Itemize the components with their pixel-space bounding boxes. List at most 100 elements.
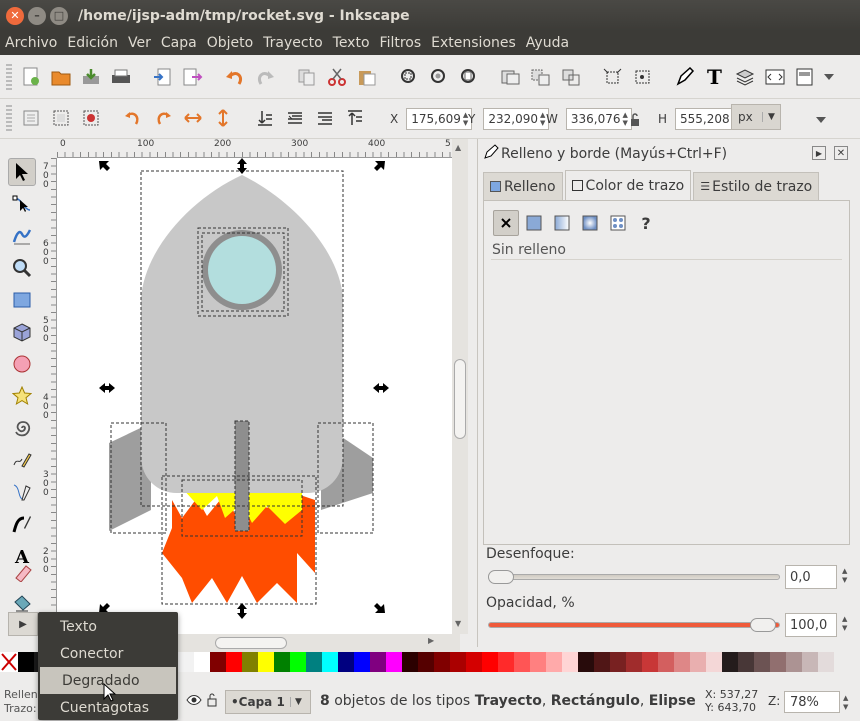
undo-icon[interactable] bbox=[224, 66, 246, 88]
lower-icon[interactable] bbox=[284, 107, 306, 129]
pattern-icon[interactable] bbox=[605, 210, 631, 236]
tab-stroke-style[interactable]: ☰ Estilo de trazo bbox=[693, 172, 820, 200]
flip-vertical-icon[interactable] bbox=[212, 107, 234, 129]
clone-icon[interactable] bbox=[560, 66, 582, 88]
rotate-ccw-icon[interactable] bbox=[122, 107, 144, 129]
menu-objeto[interactable]: Objeto bbox=[202, 35, 258, 51]
align-icon[interactable] bbox=[632, 66, 654, 88]
palette-swatch[interactable] bbox=[178, 652, 194, 672]
menu-item-conector[interactable]: Conector bbox=[38, 640, 178, 667]
redo-icon[interactable] bbox=[254, 66, 276, 88]
palette-swatch[interactable] bbox=[402, 652, 418, 672]
import-icon[interactable] bbox=[152, 66, 174, 88]
layer-select[interactable]: •Capa 1 ▼ bbox=[225, 690, 311, 714]
no-paint-icon[interactable] bbox=[493, 210, 519, 236]
open-document-icon[interactable] bbox=[50, 66, 72, 88]
export-icon[interactable] bbox=[182, 66, 204, 88]
pencil-tool-icon[interactable] bbox=[8, 446, 36, 474]
toolbox-overflow-button[interactable]: ▶ bbox=[8, 612, 38, 636]
panel-close-icon[interactable]: ✕ bbox=[834, 146, 848, 160]
vertical-scrollbar[interactable]: ▲ ▼ bbox=[452, 139, 468, 634]
ungroup-icon[interactable] bbox=[530, 66, 552, 88]
palette-swatch[interactable] bbox=[754, 652, 770, 672]
palette-swatch[interactable] bbox=[322, 652, 338, 672]
palette-swatch[interactable] bbox=[786, 652, 802, 672]
menu-edicion[interactable]: Edición bbox=[62, 35, 123, 51]
x-input[interactable]: 175,609 ▲ ▼ bbox=[406, 108, 473, 130]
drawing-canvas[interactable] bbox=[57, 158, 452, 634]
palette-swatch[interactable] bbox=[514, 652, 530, 672]
palette-swatch[interactable] bbox=[658, 652, 674, 672]
lower-bottom-icon[interactable] bbox=[254, 107, 276, 129]
flip-horizontal-icon[interactable] bbox=[182, 107, 204, 129]
select-all-layers-icon[interactable] bbox=[50, 107, 72, 129]
layers-icon[interactable] bbox=[734, 66, 756, 88]
palette-swatch[interactable] bbox=[450, 652, 466, 672]
flat-color-icon[interactable] bbox=[521, 210, 547, 236]
palette-swatch[interactable] bbox=[210, 652, 226, 672]
palette-swatch[interactable] bbox=[818, 652, 834, 672]
palette-swatch[interactable] bbox=[530, 652, 546, 672]
menu-extensiones[interactable]: Extensiones bbox=[426, 35, 521, 51]
palette-swatch[interactable] bbox=[338, 652, 354, 672]
palette-swatch[interactable] bbox=[418, 652, 434, 672]
close-window-button[interactable]: ✕ bbox=[6, 6, 24, 25]
doc-properties-icon[interactable] bbox=[794, 66, 816, 88]
tab-fill[interactable]: Relleno bbox=[483, 172, 563, 200]
palette-swatch[interactable] bbox=[386, 652, 402, 672]
opacity-input[interactable]: 100,0 bbox=[785, 613, 837, 637]
zoom-tool-icon[interactable] bbox=[8, 254, 36, 282]
zoom-selection-icon[interactable] bbox=[398, 66, 420, 88]
maximize-window-button[interactable]: □ bbox=[50, 6, 68, 25]
duplicate-icon[interactable] bbox=[296, 66, 318, 88]
palette-swatch[interactable] bbox=[706, 652, 722, 672]
invert-selection-icon[interactable] bbox=[80, 107, 102, 129]
palette-swatch[interactable] bbox=[482, 652, 498, 672]
linear-gradient-icon[interactable] bbox=[549, 210, 575, 236]
horizontal-scroll-thumb[interactable] bbox=[215, 637, 287, 649]
window-glass[interactable] bbox=[208, 236, 276, 304]
tweak-tool-icon[interactable] bbox=[8, 222, 36, 250]
opacity-slider-knob[interactable] bbox=[750, 618, 776, 632]
toolbar-overflow-icon[interactable] bbox=[818, 66, 840, 88]
3d-box-tool-icon[interactable] bbox=[8, 318, 36, 346]
palette-swatch[interactable] bbox=[722, 652, 738, 672]
palette-swatch[interactable] bbox=[642, 652, 658, 672]
palette-swatch[interactable] bbox=[546, 652, 562, 672]
palette-swatch[interactable] bbox=[290, 652, 306, 672]
raise-icon[interactable] bbox=[314, 107, 336, 129]
palette-swatch[interactable] bbox=[466, 652, 482, 672]
unit-select[interactable]: px ▼ bbox=[731, 104, 781, 130]
y-spinner-icon[interactable]: ▲ ▼ bbox=[540, 111, 545, 127]
menu-filtros[interactable]: Filtros bbox=[375, 35, 427, 51]
palette-swatch[interactable] bbox=[306, 652, 322, 672]
scroll-right-icon[interactable]: ▶ bbox=[428, 636, 434, 645]
controls-overflow-icon[interactable] bbox=[810, 109, 832, 131]
palette-swatch[interactable] bbox=[498, 652, 514, 672]
node-tool-icon[interactable] bbox=[8, 190, 36, 218]
menu-capa[interactable]: Capa bbox=[156, 35, 202, 51]
palette-swatch[interactable] bbox=[242, 652, 258, 672]
palette-swatch[interactable] bbox=[626, 652, 642, 672]
blur-input[interactable]: 0,0 bbox=[785, 565, 837, 589]
selector-tool-icon[interactable] bbox=[8, 158, 36, 186]
menu-ver[interactable]: Ver bbox=[123, 35, 156, 51]
menu-trayecto[interactable]: Trayecto bbox=[258, 35, 327, 51]
menu-texto[interactable]: Texto bbox=[328, 35, 375, 51]
lock-ratio-icon[interactable] bbox=[624, 109, 646, 131]
blur-slider[interactable] bbox=[488, 574, 780, 580]
blur-spinner-icon[interactable]: ▲ ▼ bbox=[842, 567, 847, 585]
palette-swatch[interactable] bbox=[562, 652, 578, 672]
palette-swatch[interactable] bbox=[274, 652, 290, 672]
zoom-input[interactable]: 78% bbox=[784, 691, 840, 713]
eraser-tool-icon[interactable] bbox=[8, 558, 36, 586]
unset-paint-icon[interactable]: ? bbox=[633, 210, 659, 236]
scroll-up-icon[interactable]: ▲ bbox=[455, 143, 461, 152]
rotate-cw-icon[interactable] bbox=[152, 107, 174, 129]
palette-swatch[interactable] bbox=[578, 652, 594, 672]
minimize-window-button[interactable]: – bbox=[28, 6, 46, 25]
spiral-tool-icon[interactable] bbox=[8, 414, 36, 442]
calligraphy-tool-icon[interactable] bbox=[8, 510, 36, 538]
save-document-icon[interactable] bbox=[80, 66, 102, 88]
pen-tool-icon[interactable] bbox=[8, 478, 36, 506]
